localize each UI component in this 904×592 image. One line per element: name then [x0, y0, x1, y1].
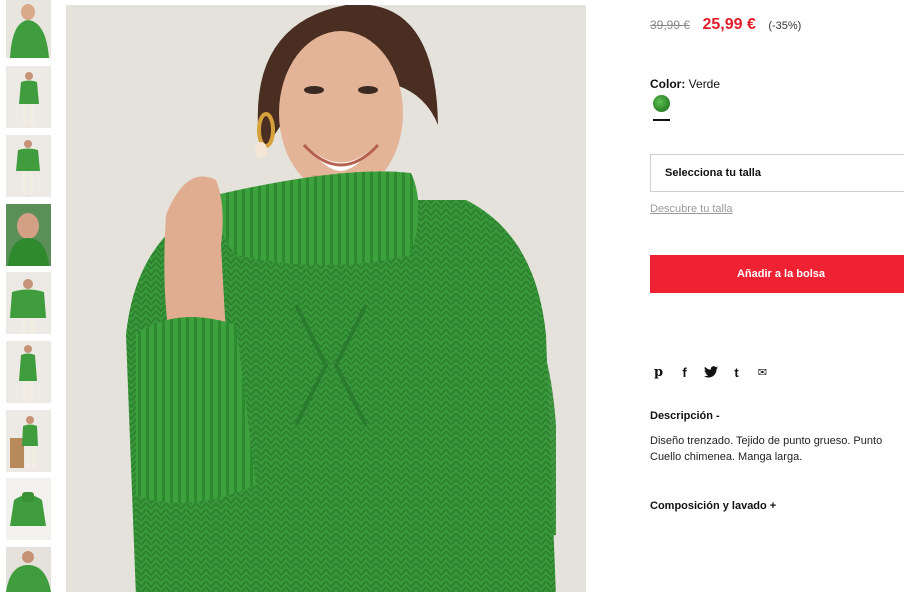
description-line: Diseño trenzado. Tejido de punto grueso.…: [650, 435, 883, 447]
description-toggle[interactable]: Descripción -: [650, 410, 720, 422]
color-row: Color: Verde: [650, 77, 720, 91]
old-price: 39,99 €: [650, 18, 691, 32]
thumbnail-8[interactable]: [6, 478, 51, 540]
description-text: Diseño trenzado. Tejido de punto grueso.…: [650, 433, 904, 465]
thumbnail-7[interactable]: [6, 410, 51, 472]
price-row: 39,99 € 25,99 € (-35%): [650, 16, 801, 34]
color-value: Verde: [688, 77, 721, 91]
share-icons: p f t ✉: [650, 364, 771, 380]
thumbnail-gallery: [6, 0, 52, 592]
pinterest-icon[interactable]: p: [650, 364, 667, 380]
add-to-bag-button[interactable]: Añadir a la bolsa: [650, 255, 904, 293]
thumbnail-4[interactable]: [6, 204, 51, 266]
size-select[interactable]: Selecciona tu talla: [650, 154, 904, 192]
thumbnail-6[interactable]: [6, 341, 51, 403]
selected-swatch-indicator: [653, 119, 670, 121]
thumbnail-5[interactable]: [6, 272, 51, 334]
color-swatch-verde[interactable]: [653, 95, 670, 112]
twitter-icon[interactable]: [702, 364, 719, 380]
email-icon[interactable]: ✉: [754, 364, 771, 380]
description-line: Cuello chimenea. Manga larga.: [650, 451, 803, 463]
thumbnail-9[interactable]: [6, 547, 51, 592]
composition-toggle[interactable]: Composición y lavado +: [650, 500, 776, 512]
thumbnail-2[interactable]: [6, 66, 51, 128]
main-product-image[interactable]: [66, 5, 586, 592]
size-guide-link[interactable]: Descubre tu talla: [650, 203, 733, 215]
facebook-icon[interactable]: f: [676, 364, 693, 380]
product-info-panel: 39,99 € 25,99 € (-35%) Color: Verde Sele…: [650, 0, 904, 592]
sale-price: 25,99 €: [702, 16, 756, 33]
color-label: Color:: [650, 77, 686, 91]
discount-badge: (-35%): [768, 20, 802, 32]
thumbnail-1[interactable]: [6, 0, 51, 58]
thumbnail-3[interactable]: [6, 135, 51, 197]
tumblr-icon[interactable]: t: [728, 364, 745, 380]
